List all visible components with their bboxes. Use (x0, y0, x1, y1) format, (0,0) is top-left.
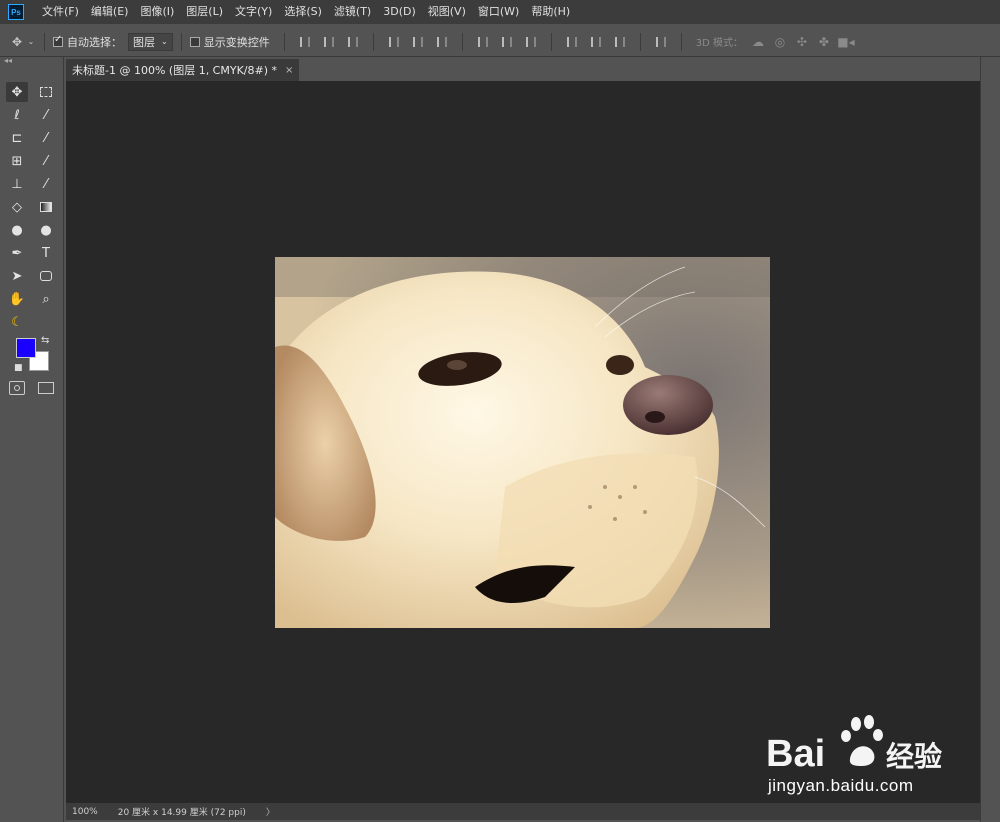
magic-wand-tool-icon[interactable]: ⁄ (35, 105, 57, 125)
status-bar: 100% 20 厘米 x 14.99 厘米 (72 ppi) 〉 (66, 803, 980, 820)
separator (283, 32, 285, 51)
distribute-bottom-icon[interactable] (523, 34, 539, 50)
roll-3d-icon[interactable]: ◎ (771, 33, 789, 51)
default-colors-icon[interactable]: ■ (14, 363, 23, 373)
align-bottom-edges-icon[interactable] (345, 34, 361, 50)
pen-tool-icon[interactable]: ✒ (6, 243, 28, 263)
separator (639, 32, 641, 51)
document-tab-title: 未标题-1 @ 100% (图层 1, CMYK/8#) * (72, 64, 277, 77)
rectangle-tool-icon[interactable] (35, 266, 57, 286)
show-transform-checkbox[interactable] (189, 36, 200, 47)
menu-filter[interactable]: 滤镜(T) (328, 0, 377, 24)
canvas-workarea[interactable] (66, 81, 980, 803)
pan-3d-icon[interactable]: ✣ (793, 33, 811, 51)
gradient-tool-icon[interactable] (35, 197, 57, 217)
history-brush-tool-icon[interactable]: ⁄ (35, 174, 57, 194)
separator (372, 32, 374, 51)
watermark-url: jingyan.baidu.com (768, 776, 914, 795)
document-tab[interactable]: 未标题-1 @ 100% (图层 1, CMYK/8#) * × (66, 59, 300, 81)
separator (461, 32, 463, 51)
quick-mask-icon[interactable] (9, 381, 25, 395)
hand-tool-icon[interactable]: ✋ (6, 289, 28, 309)
menu-select[interactable]: 选择(S) (278, 0, 328, 24)
separator (550, 32, 552, 51)
auto-select-checkbox[interactable] (53, 34, 63, 47)
menu-view[interactable]: 视图(V) (422, 0, 472, 24)
menu-type[interactable]: 文字(Y) (229, 0, 278, 24)
tools-panel: ◂◂ ✥ ℓ ⁄ ⊏ ⁄ ⊞ ⁄ ⊥ ⁄ ◇ ● ● ✒ T ➤ ✋ ⌕ ☾ ⇆… (0, 57, 64, 822)
zoom-level[interactable]: 100% (72, 807, 98, 817)
options-bar: ✥ ⌄ 自动选择： 图层 ⌄ 显示变换控件 3D 模式： ☁ ◎ ✣ ✤ ■◂ (0, 27, 1000, 57)
align-vertical-centers-icon[interactable] (321, 34, 337, 50)
menu-window[interactable]: 窗口(W) (472, 0, 525, 24)
auto-select-target-value: 图层 (133, 35, 155, 49)
auto-select-target-dropdown[interactable]: 图层 ⌄ (128, 32, 173, 51)
menu-3d[interactable]: 3D(D) (377, 0, 422, 24)
separator (680, 32, 682, 51)
eyedropper-tool-icon[interactable]: ⁄ (35, 128, 57, 148)
menu-file[interactable]: 文件(F) (36, 0, 85, 24)
document-size-info: 20 厘米 x 14.99 厘米 (72 ppi) (117, 808, 246, 818)
photoshop-logo: Ps (8, 4, 24, 20)
spot-healing-brush-tool-icon[interactable]: ⊞ (6, 151, 28, 171)
move-tool-preset-icon[interactable]: ✥ (8, 33, 26, 51)
clone-stamp-tool-icon[interactable]: ⊥ (6, 174, 28, 194)
distribute-top-icon[interactable] (475, 34, 491, 50)
status-menu-arrow-icon[interactable]: 〉 (266, 805, 275, 818)
close-icon[interactable]: × (285, 65, 293, 76)
mode-3d-label: 3D 模式： (695, 38, 743, 49)
path-selection-tool-icon[interactable]: ➤ (6, 266, 28, 286)
type-tool-icon[interactable]: T (35, 243, 57, 263)
menu-layer[interactable]: 图层(L) (180, 0, 229, 24)
banana-icon[interactable]: ☾ (6, 312, 28, 332)
eraser-tool-icon[interactable]: ◇ (6, 197, 28, 217)
chevron-down-icon: ⌄ (161, 37, 168, 46)
separator (180, 32, 182, 51)
zoom-tool-icon[interactable]: ⌕ (35, 289, 57, 309)
scale-3d-icon[interactable]: ■◂ (837, 33, 855, 51)
separator (44, 32, 45, 51)
menu-image[interactable]: 图像(I) (134, 0, 180, 24)
distribute-left-icon[interactable] (564, 34, 580, 50)
chevron-down-icon[interactable]: ⌄ (26, 33, 36, 51)
screen-mode-icon[interactable] (38, 382, 54, 394)
swap-colors-icon[interactable]: ⇆ (41, 335, 49, 346)
distribute-right-icon[interactable] (612, 34, 628, 50)
show-transform-label: 显示变换控件 (203, 35, 270, 49)
rectangular-marquee-tool-icon[interactable] (35, 82, 57, 102)
dog-photo-layer[interactable] (275, 257, 770, 628)
distribute-vertical-centers-icon[interactable] (499, 34, 515, 50)
dog-photo-image (275, 257, 770, 628)
align-left-edges-icon[interactable] (386, 34, 402, 50)
align-right-edges-icon[interactable] (434, 34, 450, 50)
dodge-tool-icon[interactable]: ● (35, 220, 57, 240)
right-panel-strip (980, 57, 1000, 822)
auto-select-label: 自动选择： (67, 35, 122, 49)
move-tool-icon[interactable]: ✥ (6, 82, 28, 102)
orbit-3d-icon[interactable]: ☁ (749, 33, 767, 51)
menu-bar: Ps 文件(F) 编辑(E) 图像(I) 图层(L) 文字(Y) 选择(S) 滤… (0, 0, 1000, 24)
blur-tool-icon[interactable]: ● (6, 220, 28, 240)
menu-edit[interactable]: 编辑(E) (85, 0, 135, 24)
align-top-edges-icon[interactable] (297, 34, 313, 50)
brush-tool-icon[interactable]: ⁄ (35, 151, 57, 171)
distribute-horizontal-centers-icon[interactable] (588, 34, 604, 50)
foreground-color-swatch[interactable] (16, 338, 36, 358)
lasso-tool-icon[interactable]: ℓ (6, 105, 28, 125)
align-horizontal-centers-icon[interactable] (410, 34, 426, 50)
crop-tool-icon[interactable]: ⊏ (6, 128, 28, 148)
slide-3d-icon[interactable]: ✤ (815, 33, 833, 51)
menu-help[interactable]: 帮助(H) (525, 0, 576, 24)
auto-align-layers-icon[interactable] (653, 34, 669, 50)
collapse-panel-icon[interactable]: ◂◂ (0, 57, 63, 67)
